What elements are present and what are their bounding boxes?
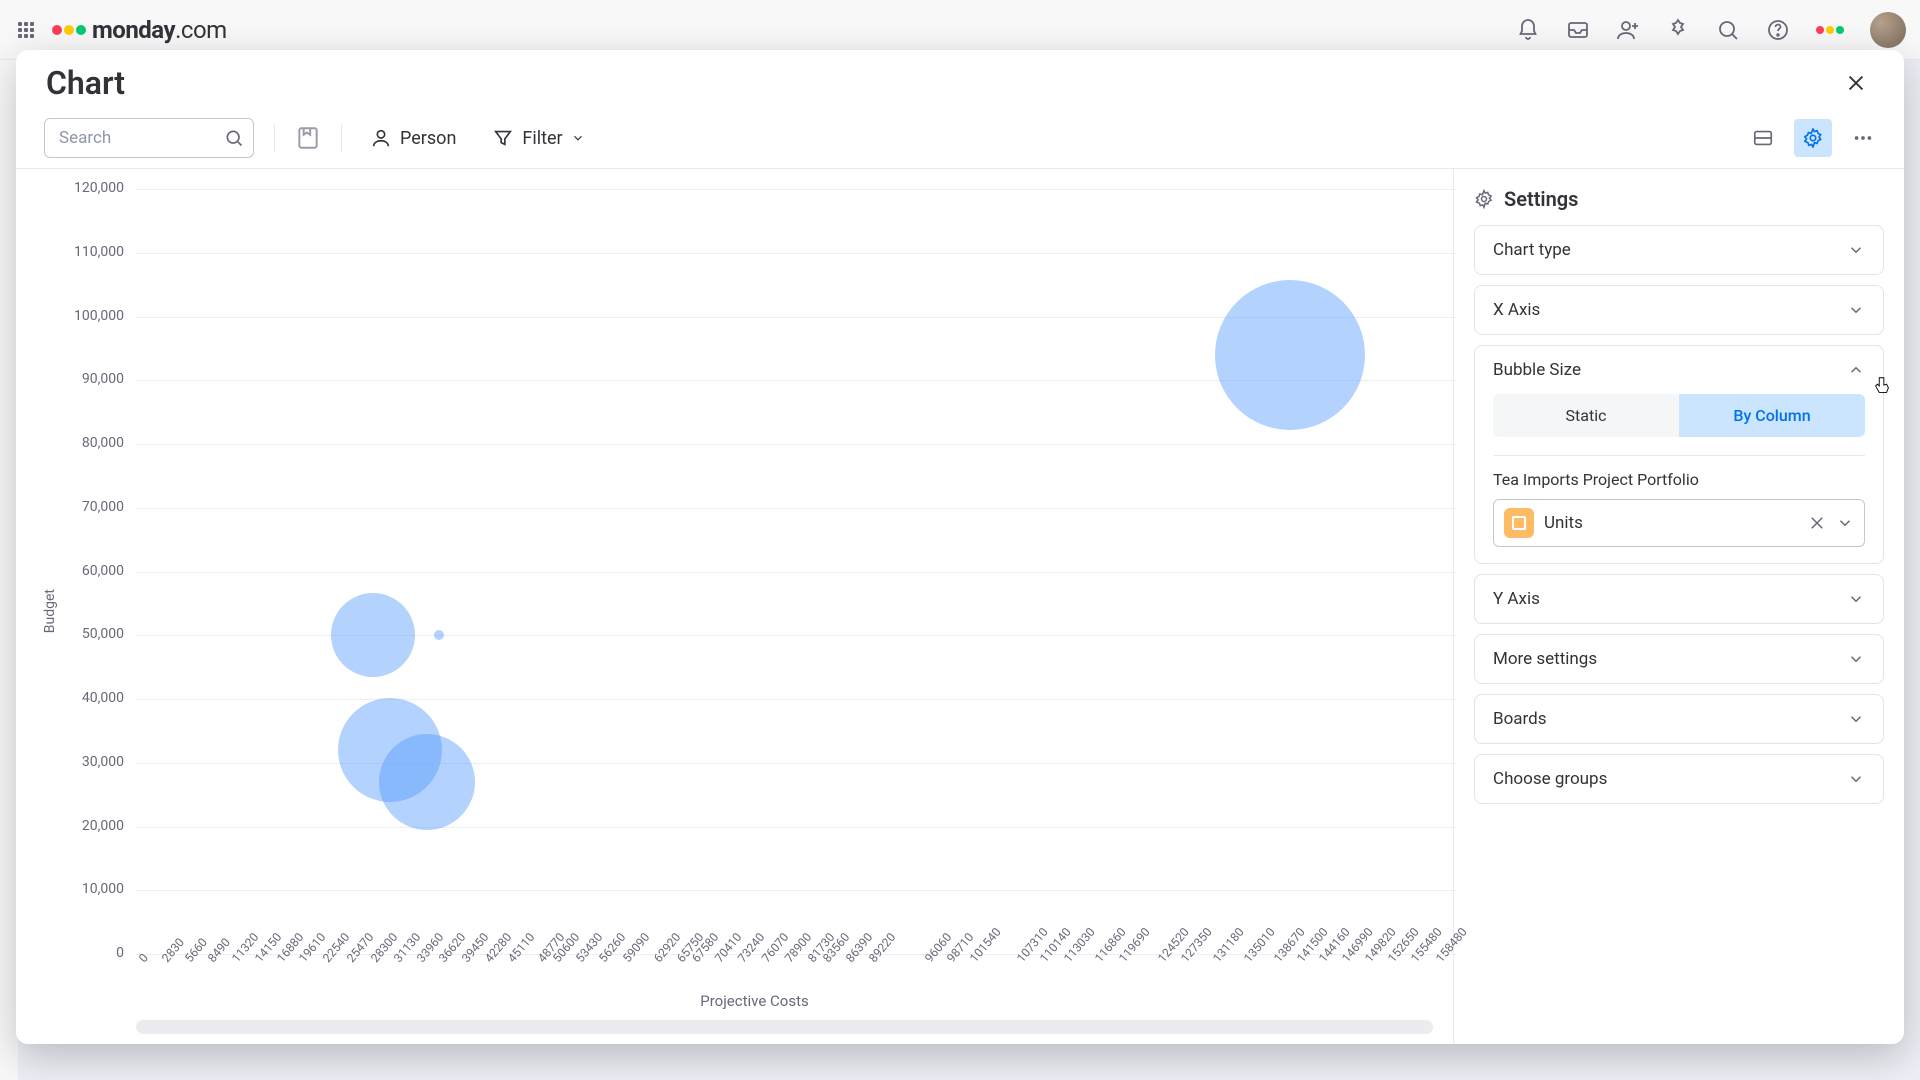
chevron-down-icon	[1847, 590, 1865, 608]
clear-icon[interactable]	[1808, 514, 1826, 532]
divider	[341, 124, 342, 152]
filter-button[interactable]: Filter	[484, 121, 592, 155]
avatar[interactable]	[1870, 12, 1906, 48]
column-type-icon	[1504, 508, 1534, 538]
chevron-up-icon	[1847, 361, 1865, 379]
brand-logo: monday.com	[52, 16, 227, 44]
search-icon[interactable]	[1716, 18, 1740, 42]
seg-by-column[interactable]: By Column	[1679, 394, 1865, 437]
acc-more-settings[interactable]: More settings	[1474, 634, 1884, 684]
acc-bubble-head[interactable]: Bubble Size	[1475, 346, 1883, 394]
gear-icon	[1802, 127, 1824, 149]
y-axis-label: Budget	[42, 589, 58, 633]
save-view-icon[interactable]	[295, 125, 321, 151]
close-button[interactable]	[1838, 65, 1874, 101]
search-input[interactable]	[44, 118, 254, 158]
acc-label: Y Axis	[1493, 589, 1540, 609]
inbox-icon[interactable]	[1566, 18, 1590, 42]
bubble-point[interactable]	[1215, 280, 1365, 430]
chevron-down-icon	[1847, 301, 1865, 319]
chevron-down-icon	[1847, 710, 1865, 728]
gear-icon	[1474, 189, 1494, 209]
acc-label: Chart type	[1493, 240, 1571, 260]
person-icon	[370, 127, 392, 149]
filter-label: Filter	[522, 128, 562, 149]
chart-modal: Chart Person Filter	[16, 50, 1904, 1044]
split-view-button[interactable]	[1744, 119, 1782, 157]
chart-plot[interactable]: 010,00020,00030,00040,00050,00060,00070,…	[66, 189, 1443, 984]
horizontal-scrollbar[interactable]	[136, 1020, 1433, 1034]
acc-chart-type[interactable]: Chart type	[1474, 225, 1884, 275]
search-wrap	[44, 118, 254, 158]
search-icon	[224, 128, 244, 148]
acc-bubble-size: Bubble Size Static By Column Tea Imports…	[1474, 345, 1884, 564]
bubble-point[interactable]	[379, 734, 475, 830]
help-icon[interactable]	[1766, 18, 1790, 42]
x-axis-label: Projective Costs	[66, 984, 1443, 1014]
apps-icon[interactable]	[1666, 18, 1690, 42]
bell-icon[interactable]	[1516, 18, 1540, 42]
chevron-down-icon[interactable]	[1836, 514, 1854, 532]
acc-boards[interactable]: Boards	[1474, 694, 1884, 744]
bubble-column-select[interactable]: Units	[1493, 499, 1865, 547]
apps-grid-icon[interactable]	[14, 18, 38, 42]
seg-static[interactable]: Static	[1493, 394, 1679, 437]
brand-suffix: .com	[175, 16, 227, 44]
chevron-down-icon	[1847, 241, 1865, 259]
chevron-down-icon	[1847, 770, 1865, 788]
bubble-point[interactable]	[331, 593, 415, 677]
chart-area: Budget 010,00020,00030,00040,00050,00060…	[16, 169, 1454, 1044]
chevron-down-icon	[571, 131, 585, 145]
filter-icon	[492, 127, 514, 149]
invite-icon[interactable]	[1616, 18, 1640, 42]
split-icon	[1752, 127, 1774, 149]
close-icon	[1845, 72, 1867, 94]
acc-label: More settings	[1493, 649, 1597, 669]
acc-label: Boards	[1493, 709, 1547, 729]
acc-label: Choose groups	[1493, 769, 1607, 789]
brand-name: monday	[92, 16, 175, 44]
brand-mini-icon	[1816, 26, 1844, 34]
selected-column: Units	[1544, 513, 1798, 533]
acc-y-axis[interactable]: Y Axis	[1474, 574, 1884, 624]
settings-title: Settings	[1504, 187, 1578, 211]
toolbar: Person Filter	[16, 108, 1904, 169]
bubble-size-mode: Static By Column	[1493, 394, 1865, 437]
person-filter[interactable]: Person	[362, 121, 464, 155]
acc-x-axis[interactable]: X Axis	[1474, 285, 1884, 335]
person-label: Person	[400, 128, 456, 149]
acc-choose-groups[interactable]: Choose groups	[1474, 754, 1884, 804]
board-name-label: Tea Imports Project Portfolio	[1493, 470, 1865, 489]
more-icon	[1852, 127, 1874, 149]
settings-toggle-button[interactable]	[1794, 119, 1832, 157]
bubble-point[interactable]	[434, 630, 444, 640]
settings-panel: Settings Chart type X Axis Bubble Size	[1454, 169, 1904, 1044]
acc-label: X Axis	[1493, 300, 1540, 320]
acc-label: Bubble Size	[1493, 360, 1581, 380]
divider	[274, 124, 275, 152]
more-button[interactable]	[1844, 119, 1882, 157]
modal-title: Chart	[46, 64, 125, 102]
chevron-down-icon	[1847, 650, 1865, 668]
